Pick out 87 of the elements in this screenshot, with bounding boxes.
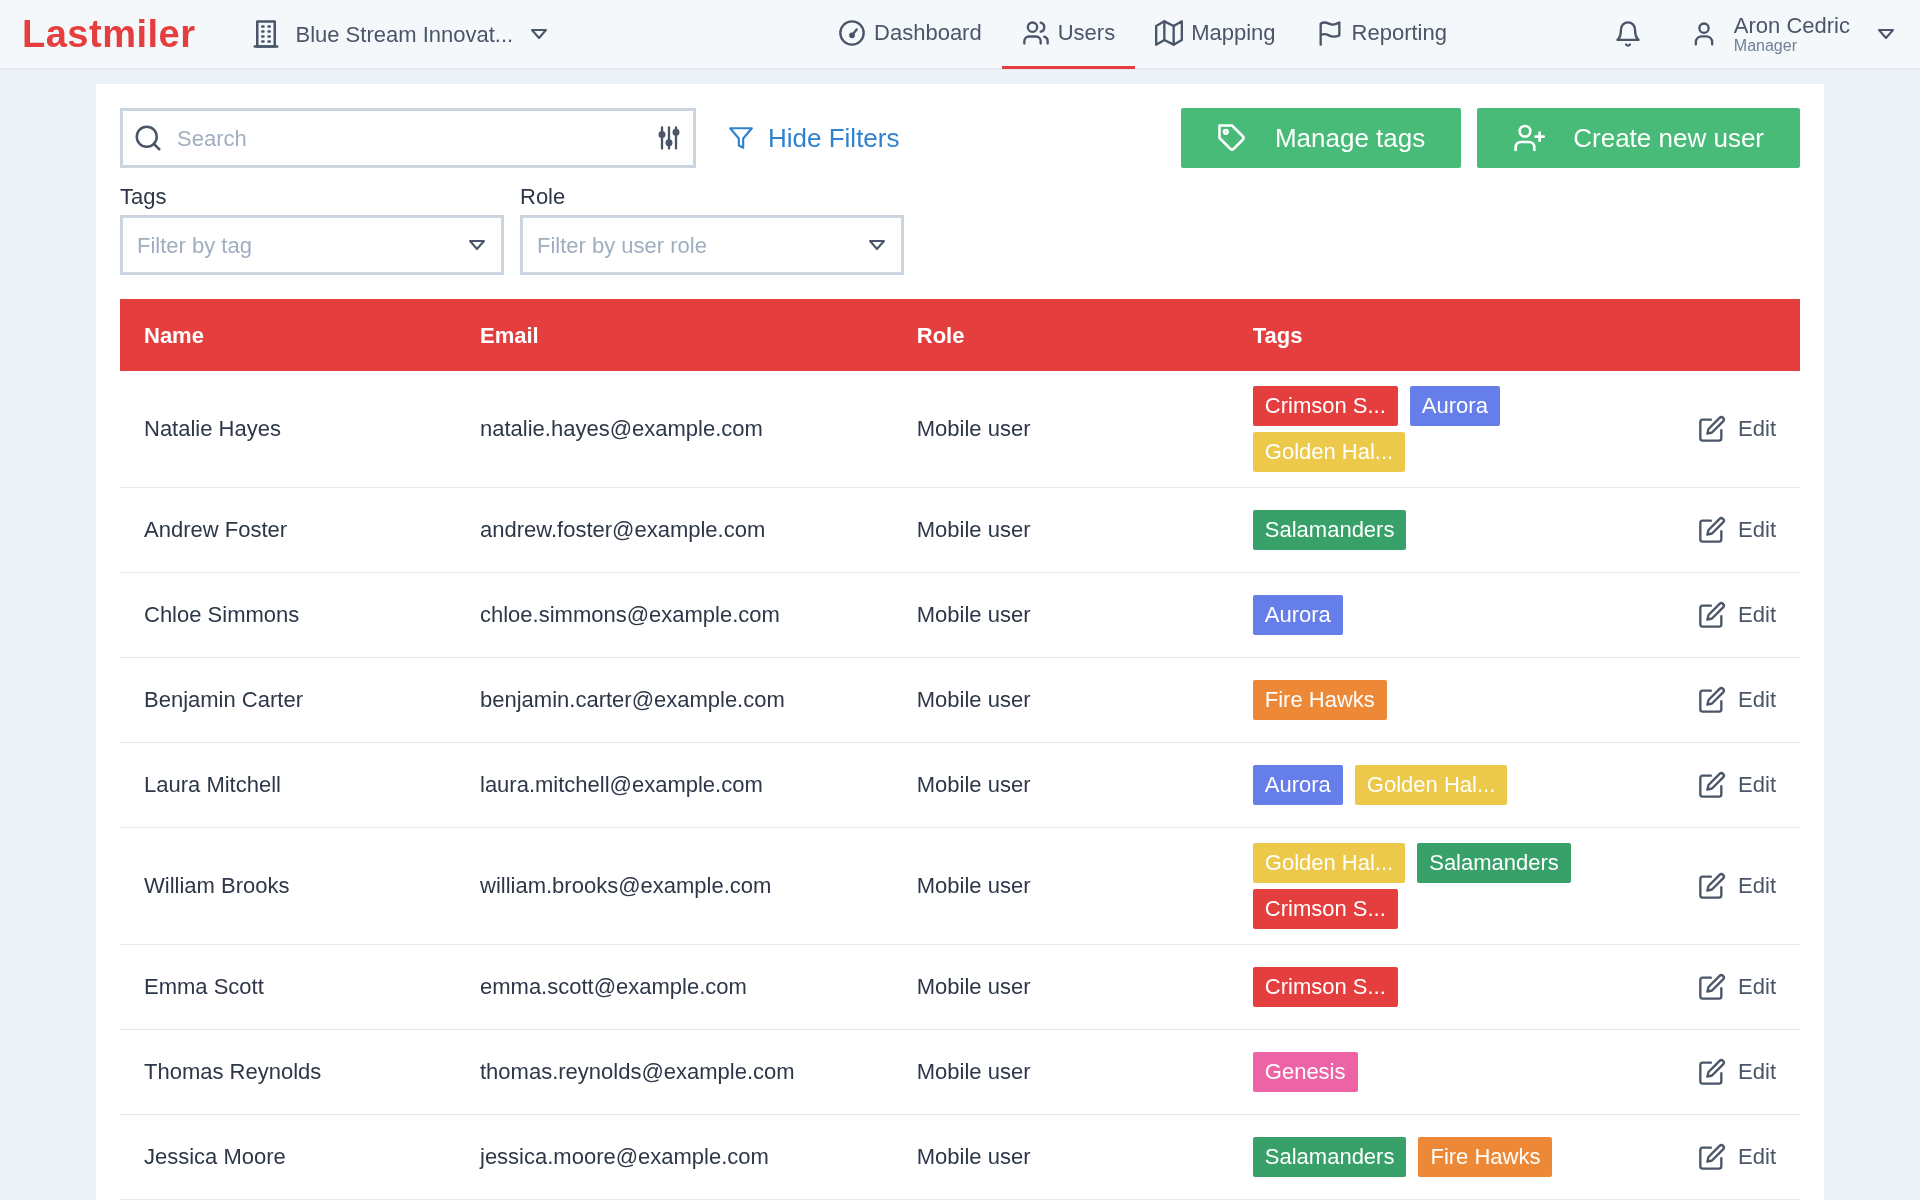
funnel-icon	[728, 125, 754, 151]
table-cell: Mobile user	[892, 827, 1229, 945]
edit-button[interactable]: Edit	[1698, 768, 1776, 802]
nav-tab[interactable]: Dashboard	[818, 0, 1002, 69]
edit-button[interactable]: Edit	[1698, 1055, 1776, 1089]
hide-filters-link[interactable]: Hide Filters	[712, 118, 916, 158]
gauge-icon	[838, 18, 867, 47]
table-cell: Thomas Reynolds	[120, 1029, 456, 1115]
edit-icon	[1698, 1057, 1727, 1086]
table-cell: Laura Mitchell	[120, 742, 456, 828]
table-cell: Jessica Moore	[120, 1114, 456, 1200]
tag-chip: Golden Hal...	[1252, 842, 1406, 883]
nav-tab[interactable]: Reporting	[1295, 0, 1467, 69]
table-cell: thomas.reynolds@example.com	[456, 1029, 893, 1115]
tag-chip: Crimson S...	[1252, 888, 1398, 929]
add-user-icon	[1513, 122, 1546, 154]
nav-tab[interactable]: Mapping	[1135, 0, 1296, 69]
filter-dropdown[interactable]: Filter by tag	[120, 215, 504, 275]
tag-chip: Aurora	[1409, 386, 1500, 426]
table-cell: Mobile user	[892, 1029, 1229, 1115]
table-cell: Emma Scott	[120, 944, 456, 1030]
filter-label: Tags	[120, 183, 168, 211]
search-box[interactable]: Search	[120, 108, 696, 168]
table-cell: William Brooks	[120, 827, 456, 945]
filter-label: Role	[520, 183, 567, 211]
edit-button[interactable]: Edit	[1698, 598, 1776, 632]
table-cell: Benjamin Carter	[120, 657, 456, 743]
table-cell: andrew.foster@example.com	[456, 487, 893, 573]
column-header: Tags	[1228, 299, 1649, 371]
edit-icon	[1698, 515, 1727, 544]
edit-icon	[1698, 685, 1727, 714]
table-cell: natalie.hayes@example.com	[456, 371, 893, 488]
edit-button[interactable]: Edit	[1698, 1140, 1776, 1174]
filter-dropdown[interactable]: Filter by user role	[520, 215, 904, 275]
tag-chip: Salamanders	[1252, 509, 1407, 550]
notifications-button[interactable]	[1613, 20, 1642, 48]
edit-icon	[1698, 972, 1727, 1001]
user-name: Aron Cedric	[1733, 13, 1850, 37]
tag-icon	[1216, 123, 1247, 153]
edit-icon	[1698, 1142, 1727, 1171]
map-icon	[1155, 18, 1184, 47]
table-cell: Mobile user	[892, 487, 1229, 573]
tag-chip: Genesis	[1252, 1051, 1358, 1092]
tag-chip: Salamanders	[1417, 842, 1571, 883]
table-cell: Andrew Foster	[120, 487, 456, 573]
edit-icon	[1698, 871, 1727, 900]
table-cell: chloe.simmons@example.com	[456, 572, 893, 658]
search-icon	[133, 123, 163, 153]
table-cell: Mobile user	[892, 572, 1229, 658]
edit-button[interactable]: Edit	[1698, 513, 1776, 547]
edit-button[interactable]: Edit	[1698, 970, 1776, 1004]
edit-icon	[1698, 414, 1727, 443]
users-icon	[1021, 18, 1050, 47]
logo: Lastmiler	[22, 11, 196, 57]
tag-chip: Fire Hawks	[1252, 679, 1387, 720]
tag-chip: Aurora	[1252, 594, 1343, 635]
table-cell: laura.mitchell@example.com	[456, 742, 893, 828]
organization-selector[interactable]: Blue Stream Innovat...	[251, 17, 552, 51]
table-cell: benjamin.carter@example.com	[456, 657, 893, 743]
tag-chip: Aurora	[1252, 764, 1343, 805]
tag-chip: Fire Hawks	[1418, 1136, 1553, 1177]
column-header: Name	[120, 299, 456, 371]
tag-chip: Golden Hal...	[1252, 431, 1406, 472]
edit-button[interactable]: Edit	[1698, 412, 1776, 446]
column-header: Role	[892, 299, 1229, 371]
table-cell: Chloe Simmons	[120, 572, 456, 658]
table-cell: Mobile user	[892, 742, 1229, 828]
table-cell: william.brooks@example.com	[456, 827, 893, 945]
edit-button[interactable]: Edit	[1698, 683, 1776, 717]
tag-chip: Crimson S...	[1252, 966, 1398, 1007]
tag-chip: Crimson S...	[1252, 386, 1398, 426]
edit-button[interactable]: Edit	[1698, 869, 1776, 903]
column-header: Email	[456, 299, 893, 371]
table-cell: Mobile user	[892, 371, 1229, 488]
bell-icon	[1613, 20, 1642, 48]
table-cell: jessica.moore@example.com	[456, 1114, 893, 1200]
tag-chip: Golden Hal...	[1354, 764, 1508, 805]
edit-icon	[1698, 770, 1727, 799]
table-cell: Mobile user	[892, 657, 1229, 743]
edit-icon	[1698, 600, 1727, 629]
tag-chip: Salamanders	[1252, 1136, 1407, 1177]
table-cell: Mobile user	[892, 944, 1229, 1030]
table-cell: Mobile user	[892, 1114, 1229, 1200]
table-cell: emma.scott@example.com	[456, 944, 893, 1030]
table-cell: Natalie Hayes	[120, 371, 456, 488]
user-role: Manager	[1733, 36, 1798, 55]
nav-tab[interactable]: Users	[1001, 0, 1136, 69]
